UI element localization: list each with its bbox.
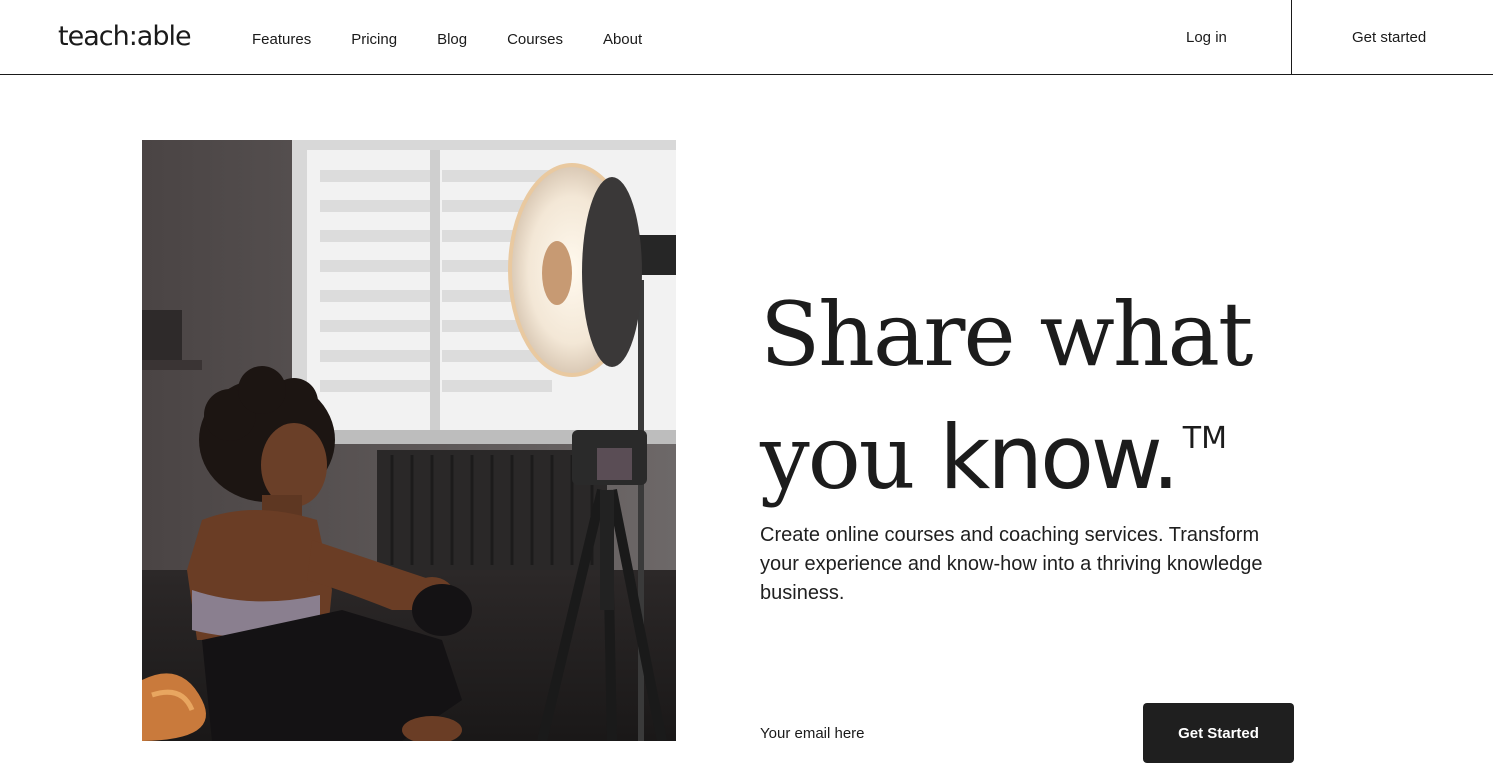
nav-features[interactable]: Features (252, 30, 311, 50)
hero-headline-you: you (760, 406, 940, 509)
nav-about[interactable]: About (603, 30, 642, 50)
hero-headline-line1: Share what (760, 283, 1253, 386)
trademark-symbol: TM (1182, 421, 1228, 456)
get-started-button[interactable]: Get Started (1143, 703, 1294, 763)
teachable-logo[interactable]: teach:able (58, 20, 192, 54)
email-input[interactable] (760, 718, 1120, 748)
login-link[interactable]: Log in (1186, 28, 1227, 48)
nav-pricing[interactable]: Pricing (351, 30, 397, 50)
header-get-started-link[interactable]: Get started (1352, 28, 1426, 48)
hero-photo-illustration (142, 140, 676, 741)
hero-headline-know: know. (939, 406, 1179, 509)
main-nav: Features Pricing Blog Courses About (252, 30, 682, 50)
hero-photo (142, 140, 676, 741)
site-header: teach:able Features Pricing Blog Courses… (0, 0, 1493, 75)
header-divider (1291, 0, 1292, 74)
nav-blog[interactable]: Blog (437, 30, 467, 50)
hero-subtext: Create online courses and coaching servi… (760, 524, 1263, 604)
nav-courses[interactable]: Courses (507, 30, 563, 50)
hero-headline: Share what you know. TM (760, 283, 1253, 510)
hero-headline-line2: you know. TM (760, 387, 1251, 510)
